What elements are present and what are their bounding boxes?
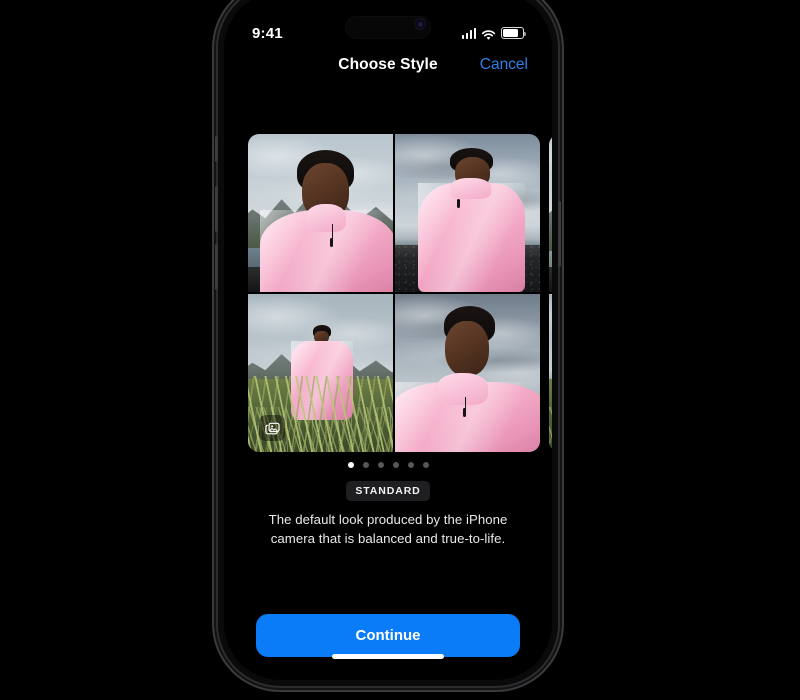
- battery-icon: [501, 27, 526, 39]
- power-button[interactable]: [558, 201, 561, 267]
- photo-black-beach[interactable]: [394, 134, 540, 293]
- jacket-collar: [305, 203, 346, 233]
- face-shape: [445, 320, 490, 377]
- carousel-track[interactable]: [248, 134, 552, 452]
- photo-portrait-sky[interactable]: [394, 293, 540, 452]
- jacket-sheen: [417, 182, 526, 293]
- cancel-button[interactable]: Cancel: [480, 54, 528, 76]
- screenshot-stage: 9:41 Choose Style Cancel STANDARD The de…: [0, 0, 800, 700]
- volume-up-button[interactable]: [215, 186, 218, 232]
- cellular-bars-icon: [461, 27, 476, 39]
- photo-portrait-mountains[interactable]: [549, 134, 552, 293]
- style-carousel[interactable]: [224, 134, 552, 452]
- navigation-bar: Choose Style Cancel: [224, 54, 552, 86]
- continue-button[interactable]: Continue: [256, 614, 520, 657]
- page-dot-1[interactable]: [347, 462, 354, 468]
- grass-background: [549, 379, 552, 452]
- home-indicator[interactable]: [332, 654, 444, 659]
- wifi-icon: [481, 28, 496, 40]
- silence-switch[interactable]: [215, 136, 218, 162]
- status-bar-time: 9:41: [252, 24, 283, 42]
- photo-stack-icon[interactable]: [259, 415, 285, 441]
- person-figure: [417, 148, 526, 293]
- style-description: The default look produced by the iPhone …: [268, 512, 508, 546]
- photo-grid: [549, 134, 552, 452]
- photo-grass-field[interactable]: [549, 293, 552, 452]
- person-figure: [394, 306, 540, 452]
- volume-down-button[interactable]: [215, 244, 218, 290]
- cord-lock: [329, 238, 333, 248]
- photo-portrait-mountains[interactable]: [248, 134, 394, 293]
- photo-grid: [248, 134, 540, 452]
- grass-blades: [549, 406, 552, 452]
- person-figure: [260, 149, 394, 293]
- iphone-device-frame: 9:41 Choose Style Cancel STANDARD The de…: [215, 0, 561, 686]
- page-dot-4[interactable]: [392, 462, 399, 468]
- style-name-badge: STANDARD: [346, 481, 430, 501]
- standard-style-card[interactable]: [248, 134, 540, 452]
- page-dot-2[interactable]: [362, 462, 369, 468]
- page-dot-3[interactable]: [377, 462, 384, 468]
- photo-grass-field[interactable]: [248, 293, 394, 452]
- carousel-page-dots[interactable]: [224, 462, 552, 468]
- cord-lock: [456, 198, 460, 208]
- page-dot-5[interactable]: [407, 462, 414, 468]
- jacket-collar: [450, 178, 492, 199]
- next-style-card[interactable]: [549, 134, 552, 452]
- style-badge-container: STANDARD: [224, 481, 552, 501]
- foreground-ground: [549, 266, 552, 293]
- cord-lock: [462, 408, 466, 418]
- front-camera-icon: [414, 18, 426, 30]
- status-bar-indicators: [461, 27, 526, 40]
- jacket-collar: [437, 373, 489, 406]
- iphone-screen: 9:41 Choose Style Cancel STANDARD The de…: [224, 0, 552, 680]
- pink-jacket: [417, 182, 526, 293]
- page-dot-6[interactable]: [422, 462, 429, 468]
